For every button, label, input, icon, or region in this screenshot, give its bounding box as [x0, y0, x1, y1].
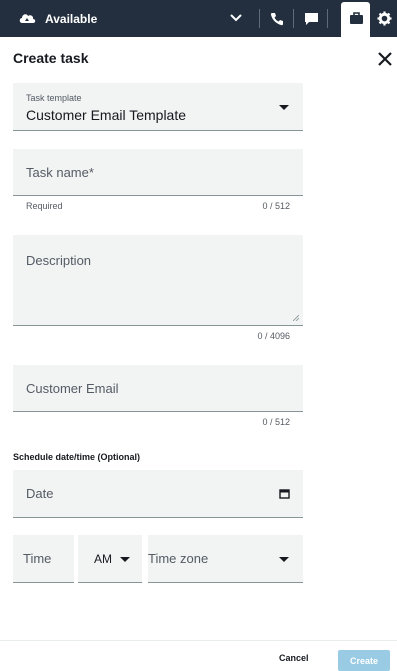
- ampm-value: AM: [94, 552, 112, 566]
- divider: [293, 9, 294, 28]
- description-placeholder: Description: [26, 253, 92, 268]
- status-label: Available: [45, 11, 98, 26]
- timezone-select[interactable]: Time zone: [148, 535, 303, 583]
- customer-email-placeholder: Customer Email: [26, 381, 119, 396]
- agent-status[interactable]: Available: [0, 0, 240, 37]
- task-name-placeholder: Task name*: [26, 165, 94, 180]
- time-input[interactable]: Time: [13, 535, 74, 583]
- description-textarea[interactable]: Description: [13, 235, 303, 326]
- time-placeholder: Time: [23, 551, 52, 566]
- task-name-helper: Required: [26, 201, 63, 211]
- task-template-label: Task template: [26, 93, 82, 103]
- customer-email-counter: 0 / 512: [262, 417, 290, 427]
- ampm-select[interactable]: AM: [78, 535, 142, 583]
- timezone-placeholder: Time zone: [148, 551, 209, 566]
- schedule-section-label: Schedule date/time (Optional): [13, 452, 141, 462]
- description-counter: 0 / 4096: [257, 331, 290, 341]
- task-template-value: Customer Email Template: [26, 107, 187, 123]
- task-template-select[interactable]: Task template Customer Email Template: [13, 83, 303, 131]
- caret-down-icon: [279, 557, 289, 562]
- cloud-status-icon: [19, 13, 36, 23]
- calendar-icon[interactable]: [279, 488, 290, 499]
- phone-icon: [270, 12, 283, 25]
- chevron-down-icon[interactable]: [228, 10, 244, 26]
- gear-icon: [376, 11, 392, 26]
- divider: [259, 9, 260, 28]
- chat-icon: [304, 12, 318, 25]
- create-button[interactable]: Create: [338, 650, 390, 671]
- date-input[interactable]: Date: [13, 470, 303, 518]
- close-icon[interactable]: [375, 49, 395, 69]
- task-name-input[interactable]: Task name*: [13, 149, 303, 196]
- footer-divider: [0, 640, 397, 641]
- caret-down-icon: [279, 105, 289, 110]
- date-placeholder: Date: [26, 486, 54, 501]
- caret-down-icon: [120, 557, 130, 562]
- resize-handle-icon[interactable]: [293, 315, 299, 321]
- tasks-button[interactable]: [341, 0, 371, 37]
- phone-button[interactable]: [262, 0, 292, 37]
- page-title: Create task: [13, 50, 89, 66]
- top-bar: Available: [0, 0, 397, 37]
- task-name-counter: 0 / 512: [262, 201, 290, 211]
- cancel-button[interactable]: Cancel: [279, 653, 309, 663]
- chat-button[interactable]: [296, 0, 326, 37]
- settings-button[interactable]: [371, 0, 397, 37]
- divider: [327, 9, 328, 28]
- customer-email-input[interactable]: Customer Email: [13, 365, 303, 412]
- briefcase-icon: [349, 12, 363, 24]
